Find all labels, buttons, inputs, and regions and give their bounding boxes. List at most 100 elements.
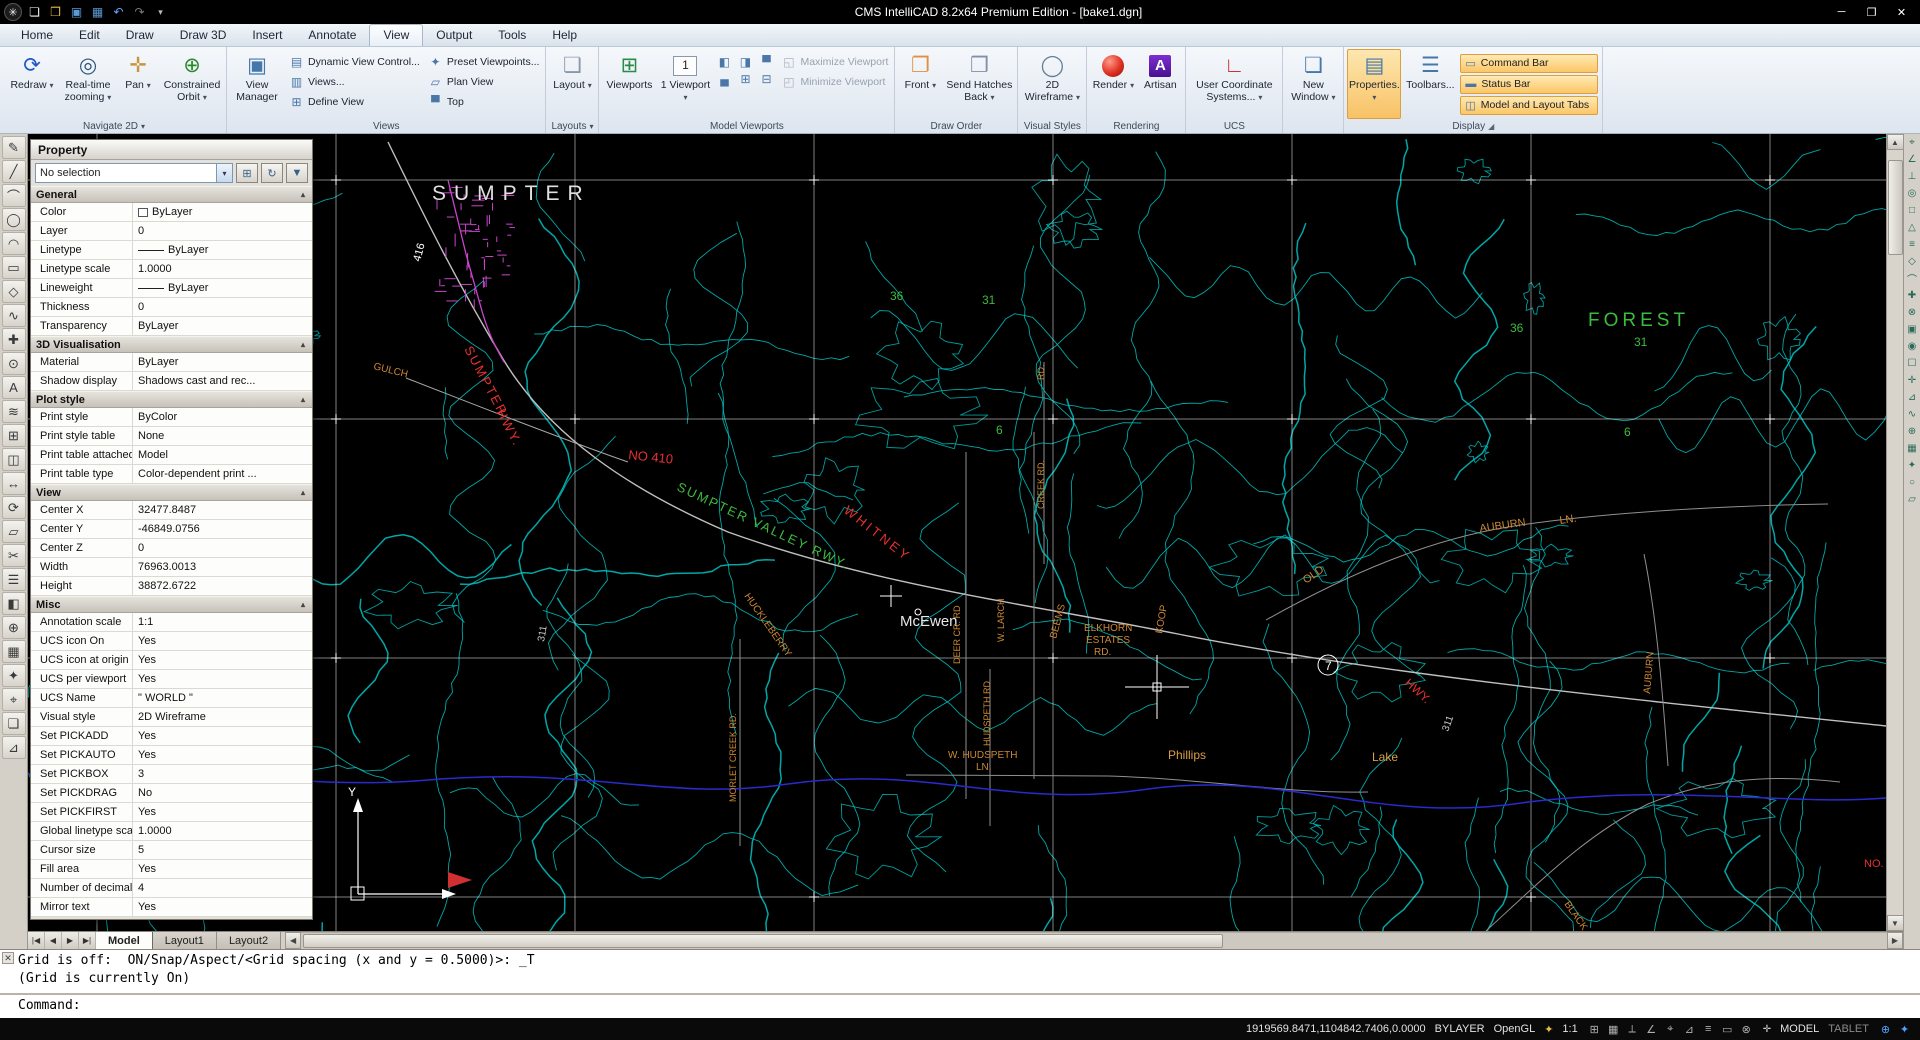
toolbars-button[interactable]: ☰ Toolbars... [1403, 49, 1457, 119]
command-bar-toggle[interactable]: ▭ Command Bar [1460, 54, 1598, 73]
status-toggle-icon[interactable]: ⊞ [1587, 1023, 1602, 1036]
draw-tool-icon[interactable]: ❏ [2, 712, 26, 735]
snap-tool-icon[interactable]: ▣ [1904, 321, 1920, 338]
property-value[interactable]: Yes [133, 670, 312, 688]
snap-tool-icon[interactable]: ✦ [1904, 457, 1920, 474]
property-section-header[interactable]: View▴ [31, 484, 312, 501]
property-value[interactable]: 76963.0013 [133, 558, 312, 576]
property-value[interactable]: Yes [133, 632, 312, 650]
tab-draw[interactable]: Draw [113, 25, 167, 46]
layout-nav-button[interactable]: |◀ [28, 932, 45, 949]
layout-nav-button[interactable]: ▶ [62, 932, 79, 949]
quick-select-button[interactable]: ⊞ [236, 163, 258, 183]
draw-tool-icon[interactable]: ☰ [2, 568, 26, 591]
snap-tool-icon[interactable]: ◇ [1904, 253, 1920, 270]
snap-tool-icon[interactable]: ⌖ [1904, 134, 1920, 151]
artisan-button[interactable]: A Artisan [1138, 49, 1182, 119]
draw-tool-icon[interactable]: ⌒ [2, 184, 26, 207]
save-as-icon[interactable]: ▦ [88, 3, 107, 22]
viewport-preset-icon[interactable]: ⊞ [735, 71, 755, 87]
snap-tool-icon[interactable]: ◎ [1904, 185, 1920, 202]
view-manager-button[interactable]: ▣ View Manager [230, 49, 284, 119]
one-viewport-button[interactable]: 1 1 Viewport ▾ [658, 49, 712, 119]
tab-layout2[interactable]: Layout2 [217, 932, 281, 949]
property-value[interactable]: Shadows cast and rec... [133, 372, 312, 390]
draw-tool-icon[interactable]: ✚ [2, 328, 26, 351]
draw-tool-icon[interactable]: ✦ [2, 664, 26, 687]
redraw-button[interactable]: ⟳ Redraw ▾ [5, 49, 59, 119]
render-button[interactable]: Render ▾ [1090, 49, 1136, 119]
refresh-selection-button[interactable]: ↻ [261, 163, 283, 183]
redo-icon[interactable]: ↷ [130, 3, 149, 22]
snap-tool-icon[interactable]: ✛ [1904, 372, 1920, 389]
snap-tool-icon[interactable]: ⊥ [1904, 168, 1920, 185]
status-toggle-icon[interactable]: ⊗ [1739, 1023, 1754, 1036]
front-button[interactable]: ❐ Front ▾ [898, 49, 942, 119]
command-close-icon[interactable]: ✕ [2, 952, 14, 964]
property-value[interactable]: 0 [133, 298, 312, 316]
minimize-button[interactable]: ─ [1827, 3, 1856, 22]
property-value[interactable]: ByColor [133, 408, 312, 426]
scroll-down-icon[interactable]: ▼ [1887, 915, 1904, 931]
draw-tool-icon[interactable]: ▦ [2, 640, 26, 663]
draw-tool-icon[interactable]: ≋ [2, 400, 26, 423]
viewport-preset-icon[interactable]: ◧ [714, 54, 734, 70]
scroll-up-icon[interactable]: ▲ [1887, 134, 1904, 150]
draw-tool-icon[interactable]: ✂ [2, 544, 26, 567]
status-settings-icon[interactable]: ✦ [1897, 1023, 1912, 1036]
annotation-scale[interactable]: 1:1 [1562, 1023, 1577, 1035]
property-section-header[interactable]: Plot style▴ [31, 391, 312, 408]
qat-customize-icon[interactable]: ▾ [151, 3, 170, 22]
property-value[interactable]: Color-dependent print ... [133, 465, 312, 483]
draw-tool-icon[interactable]: ⊿ [2, 736, 26, 759]
constrained-orbit-button[interactable]: ⊕ Constrained Orbit ▾ [161, 49, 223, 119]
draw-tool-icon[interactable]: A [2, 376, 26, 399]
tab-output[interactable]: Output [423, 25, 485, 46]
draw-tool-icon[interactable]: ✎ [2, 136, 26, 159]
new-window-button[interactable]: ❏ New Window ▾ [1286, 49, 1340, 119]
opengl-indicator[interactable]: OpenGL [1494, 1023, 1536, 1035]
model-layout-tabs-toggle[interactable]: ◫ Model and Layout Tabs [1460, 96, 1598, 115]
property-value[interactable]: Yes [133, 803, 312, 821]
preset-viewpoints-button[interactable]: ✦ Preset Viewpoints... [425, 52, 543, 71]
property-value[interactable]: Yes [133, 898, 312, 916]
tab-layout1[interactable]: Layout1 [153, 932, 217, 949]
snap-tool-icon[interactable]: ☐ [1904, 355, 1920, 372]
coordinates-display[interactable]: 1919569.8471,1104842.7406,0.0000 [1246, 1023, 1426, 1035]
filter-button[interactable]: ▼ [286, 163, 308, 183]
property-value[interactable]: ByLayer [133, 241, 312, 259]
bylayer-indicator[interactable]: BYLAYER [1435, 1023, 1485, 1035]
property-value[interactable]: 5 [133, 841, 312, 859]
snap-tool-icon[interactable]: ⌒ [1904, 270, 1920, 287]
horizontal-scrollbar[interactable]: ◀ ▶ [285, 932, 1903, 949]
properties-button[interactable]: ▤ Properties. ▾ [1347, 49, 1401, 119]
command-window[interactable]: ✕ Grid is off: ON/Snap/Aspect/<Grid spac… [0, 949, 1920, 1018]
viewport-preset-icon[interactable]: ▀ [756, 54, 776, 70]
scroll-left-icon[interactable]: ◀ [285, 932, 301, 949]
horizontal-scroll-thumb[interactable] [303, 934, 1223, 948]
vertical-scrollbar[interactable]: ▲ ▼ [1886, 134, 1903, 931]
status-toggle-icon[interactable]: ≡ [1701, 1023, 1716, 1036]
property-value[interactable]: ByLayer [133, 203, 312, 221]
save-icon[interactable]: ▣ [67, 3, 86, 22]
draw-tool-icon[interactable]: ◧ [2, 592, 26, 615]
draw-tool-icon[interactable]: ⊕ [2, 616, 26, 639]
restore-button[interactable]: ❐ [1857, 3, 1886, 22]
property-value[interactable]: 1.0000 [133, 822, 312, 840]
property-section-header[interactable]: General▴ [31, 186, 312, 203]
layout-nav-button[interactable]: ▶| [79, 932, 96, 949]
tab-edit[interactable]: Edit [66, 25, 113, 46]
draw-tool-icon[interactable]: ⟳ [2, 496, 26, 519]
app-logo-icon[interactable]: ✳ [4, 3, 22, 21]
tab-draw3d[interactable]: Draw 3D [167, 25, 240, 46]
pan-button[interactable]: ✛ Pan ▾ [117, 49, 159, 119]
snap-tool-icon[interactable]: △ [1904, 219, 1920, 236]
tab-model[interactable]: Model [96, 932, 153, 949]
status-toggle-icon[interactable]: ▦ [1606, 1023, 1621, 1036]
property-value[interactable]: ByLayer [133, 353, 312, 371]
draw-tool-icon[interactable]: ◫ [2, 448, 26, 471]
property-value[interactable]: Yes [133, 727, 312, 745]
status-toggle-icon[interactable]: ⌖ [1663, 1023, 1678, 1036]
command-input[interactable]: Command: [0, 995, 1920, 1017]
property-value[interactable]: " WORLD " [133, 689, 312, 707]
